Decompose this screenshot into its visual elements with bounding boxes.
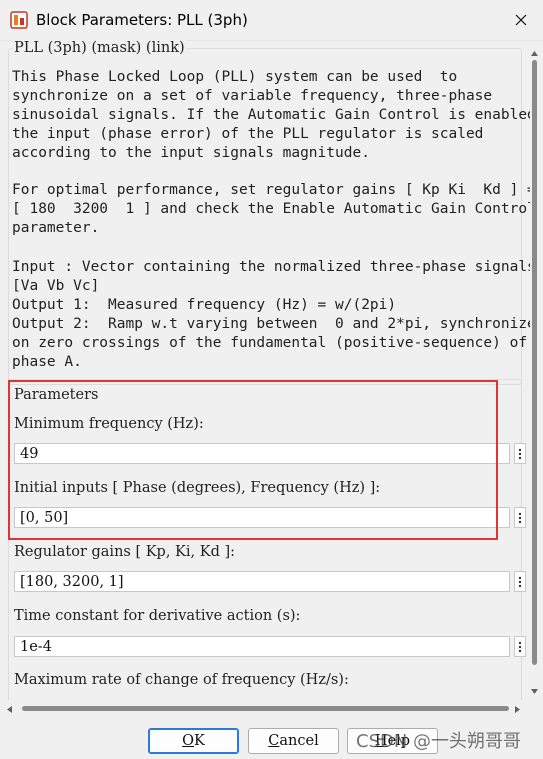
min-frequency-label: Minimum frequency (Hz): [14, 416, 204, 432]
ok-button[interactable]: OK [148, 728, 239, 754]
more-options-icon [518, 448, 522, 459]
cancel-button[interactable]: Cancel [248, 728, 339, 754]
vertical-scrollbar[interactable] [526, 48, 543, 700]
watermark-text: CSDN @一头朔哥哥 [356, 731, 522, 752]
mask-description-gains: For optimal performance, set regulator g… [12, 182, 530, 236]
parameters-legend: Parameters [12, 387, 101, 403]
time-constant-input[interactable] [14, 636, 510, 657]
regulator-gains-input[interactable] [14, 571, 510, 592]
parameters-panel: PLL (3ph) (mask) (link) This Phase Locke… [0, 40, 530, 700]
horizontal-scroll-thumb[interactable] [22, 706, 509, 711]
simulink-block-icon [10, 11, 28, 29]
initial-inputs-input[interactable] [14, 507, 510, 528]
cancel-mnemonic: C [268, 733, 280, 749]
scroll-up-arrow-icon[interactable] [530, 50, 539, 57]
mask-description-intro: This Phase Locked Loop (PLL) system can … [12, 69, 530, 161]
scroll-right-arrow-icon[interactable] [514, 705, 521, 714]
max-rate-label: Maximum rate of change of frequency (Hz/… [14, 672, 349, 688]
time-constant-more-button[interactable] [514, 636, 526, 657]
min-frequency-input[interactable] [14, 443, 510, 464]
scroll-down-arrow-icon[interactable] [530, 688, 539, 695]
min-frequency-more-button[interactable] [514, 443, 526, 464]
cancel-label-rest: ancel [279, 733, 319, 749]
ok-label-rest: K [194, 733, 205, 749]
time-constant-label: Time constant for derivative action (s): [14, 608, 301, 624]
initial-inputs-label: Initial inputs [ Phase (degrees), Freque… [14, 480, 381, 496]
mask-description-io: Input : Vector containing the normalized… [12, 259, 530, 370]
vertical-scroll-thumb[interactable] [532, 60, 537, 665]
close-icon [515, 14, 527, 26]
initial-inputs-more-button[interactable] [514, 507, 526, 528]
title-bar: Block Parameters: PLL (3ph) [0, 0, 543, 41]
regulator-gains-more-button[interactable] [514, 571, 526, 592]
window-title: Block Parameters: PLL (3ph) [36, 11, 248, 29]
more-options-icon [518, 512, 522, 523]
ok-mnemonic: O [182, 733, 195, 749]
more-options-icon [518, 641, 522, 652]
close-button[interactable] [499, 0, 543, 40]
mask-legend: PLL (3ph) (mask) (link) [12, 40, 187, 56]
horizontal-scrollbar[interactable] [0, 700, 526, 717]
regulator-gains-label: Regulator gains [ Kp, Ki, Kd ]: [14, 544, 236, 560]
more-options-icon [518, 576, 522, 587]
scroll-left-arrow-icon[interactable] [6, 705, 13, 714]
